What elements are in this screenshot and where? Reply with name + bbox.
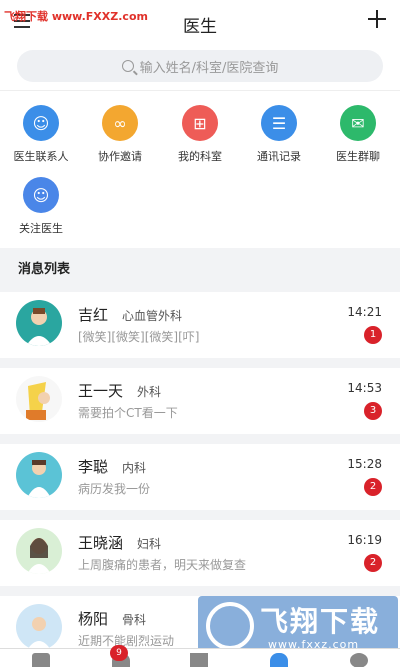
quick-followed-doctors[interactable]: ☺ 关注医生 bbox=[1, 177, 81, 236]
person-icon: ☺ bbox=[23, 105, 59, 141]
list-icon: ☰ bbox=[261, 105, 297, 141]
unread-badge: 2 bbox=[364, 478, 382, 496]
add-icon[interactable] bbox=[368, 10, 386, 28]
contact-department: 外科 bbox=[137, 385, 162, 399]
chat-icon: ✉ bbox=[340, 105, 376, 141]
list-item[interactable]: 李聪 内科 病历发我一份 15:28 2 bbox=[0, 444, 400, 510]
plus-square-icon: ⊞ bbox=[182, 105, 218, 141]
search-input[interactable]: 输入姓名/科室/医院查询 bbox=[17, 50, 383, 82]
message-time: 16:19 bbox=[347, 533, 382, 547]
quick-label: 协作邀请 bbox=[98, 150, 142, 163]
quick-call-log[interactable]: ☰ 通讯记录 bbox=[239, 105, 319, 164]
contact-department: 内科 bbox=[122, 461, 147, 475]
tab-badge: 9 bbox=[110, 645, 128, 661]
profile-icon[interactable] bbox=[350, 653, 368, 667]
search-icon bbox=[121, 60, 134, 72]
watermark-emblem bbox=[206, 602, 254, 650]
contact-department: 妇科 bbox=[137, 537, 162, 551]
quick-doctor-contacts[interactable]: ☺ 医生联系人 bbox=[1, 105, 81, 164]
watermark-text: 飞翔下载 bbox=[260, 605, 381, 638]
avatar bbox=[16, 300, 62, 346]
message-time: 15:28 bbox=[347, 457, 382, 471]
list-item[interactable]: 王晓涵 妇科 上周腹痛的患者，明天来做复查 16:19 2 bbox=[0, 520, 400, 586]
message-preview: 近期不能剧烈运动 bbox=[78, 634, 175, 648]
page-title: 医生 bbox=[183, 17, 217, 37]
message-preview: [微笑][微笑][微笑][吓] bbox=[78, 330, 200, 344]
contact-department: 骨科 bbox=[122, 613, 147, 627]
unread-badge: 2 bbox=[364, 554, 382, 572]
message-preview: 上周腹痛的患者，明天来做复查 bbox=[78, 558, 247, 572]
contact-name: 王晓涵 bbox=[78, 534, 124, 552]
workbench-icon[interactable] bbox=[190, 653, 208, 667]
message-time: 14:53 bbox=[347, 381, 382, 395]
avatar bbox=[16, 528, 62, 574]
person-icon: ☺ bbox=[23, 177, 59, 213]
quick-my-department[interactable]: ⊞ 我的科室 bbox=[160, 105, 240, 164]
list-item[interactable]: 吉红 心血管外科 [微笑][微笑][微笑][吓] 14:21 1 bbox=[0, 292, 400, 358]
message-preview: 需要拍个CT看一下 bbox=[78, 406, 178, 420]
quick-collab-invite[interactable]: ∞ 协作邀请 bbox=[80, 105, 160, 164]
header-bar: 飞翔下载 www.FXXZ.com 医生 bbox=[0, 0, 400, 44]
contact-name: 吉红 bbox=[78, 306, 109, 324]
quick-actions: ☺ 医生联系人 ∞ 协作邀请 ⊞ 我的科室 ☰ 通讯记录 ✉ 医生群聊 ☺ 关注… bbox=[0, 90, 400, 248]
quick-label: 医生联系人 bbox=[13, 150, 69, 163]
message-time: 14:21 bbox=[347, 305, 382, 319]
doctor-icon[interactable] bbox=[270, 653, 288, 667]
quick-label: 我的科室 bbox=[178, 150, 222, 163]
list-item[interactable]: 王一天 外科 需要拍个CT看一下 14:53 3 bbox=[0, 368, 400, 434]
contact-name: 王一天 bbox=[78, 382, 124, 400]
avatar bbox=[16, 604, 62, 650]
quick-label: 通讯记录 bbox=[257, 150, 301, 163]
unread-badge: 3 bbox=[364, 402, 382, 420]
quick-doctor-group-chat[interactable]: ✉ 医生群聊 bbox=[318, 105, 398, 164]
contact-name: 杨阳 bbox=[78, 610, 109, 628]
home-icon[interactable] bbox=[32, 653, 50, 667]
avatar bbox=[16, 452, 62, 498]
avatar bbox=[16, 376, 62, 422]
search-placeholder: 输入姓名/科室/医院查询 bbox=[139, 60, 279, 76]
unread-badge: 1 bbox=[364, 326, 382, 344]
section-title: 消息列表 bbox=[0, 248, 400, 292]
handshake-icon: ∞ bbox=[102, 105, 138, 141]
quick-label: 医生群聊 bbox=[336, 150, 380, 163]
contact-department: 心血管外科 bbox=[122, 309, 183, 323]
message-preview: 病历发我一份 bbox=[78, 482, 151, 496]
search-area: 输入姓名/科室/医院查询 bbox=[0, 44, 400, 90]
tab-bar: 9 bbox=[0, 645, 400, 667]
contact-name: 李聪 bbox=[78, 458, 109, 476]
quick-label: 关注医生 bbox=[19, 222, 63, 235]
